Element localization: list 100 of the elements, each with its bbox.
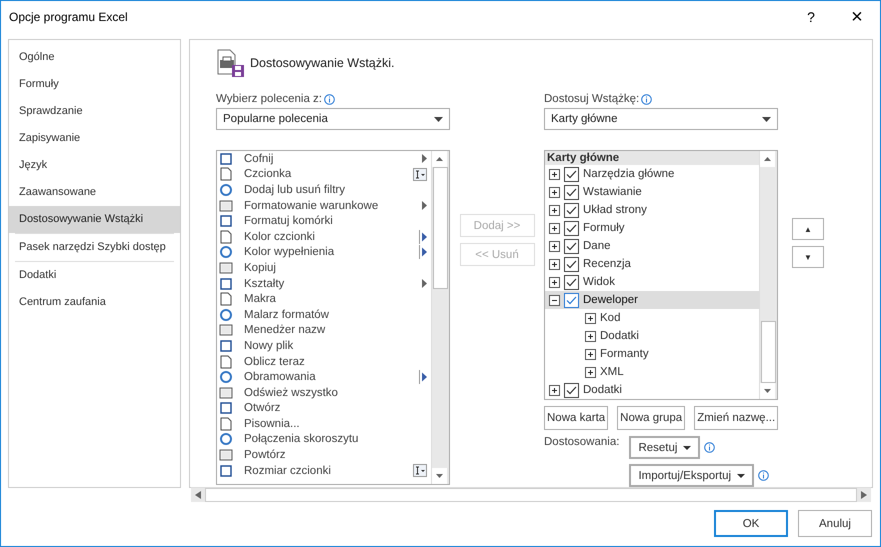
command-item[interactable]: Menedżer nazw [217,322,431,338]
command-item[interactable]: Pisownia... [217,416,431,432]
command-item[interactable]: Malarz formatów [217,306,431,323]
expand-icon[interactable] [585,366,596,378]
submenu-arrow-icon [422,154,427,164]
expand-icon[interactable] [549,168,560,180]
expand-icon[interactable] [549,222,560,234]
scroll-up-icon[interactable] [760,151,775,167]
collapse-icon[interactable] [549,294,560,306]
command-item[interactable]: Otwórz [217,400,431,416]
commands-dropdown[interactable]: Popularne polecenia [216,108,450,130]
tree-item[interactable]: Recenzja [545,255,759,273]
expand-icon[interactable] [549,384,560,396]
sidebar-item[interactable]: Zapisywanie [9,125,180,152]
tree-item[interactable]: Formuły [545,219,759,237]
scroll-up-icon[interactable] [432,151,447,167]
command-icon [218,416,234,432]
command-icon [218,354,234,370]
sidebar-item[interactable]: Dodatki [9,262,180,289]
command-icon [218,260,234,276]
checkbox[interactable] [564,292,579,308]
scroll-right-icon[interactable] [861,491,867,499]
tree-item[interactable]: Kod [545,309,759,327]
expand-icon[interactable] [585,330,596,342]
command-icon [218,447,234,464]
tree-item[interactable]: Formanty [545,345,759,363]
sidebar-item[interactable]: Ogólne [9,44,180,71]
command-item[interactable]: Kolor czcionki [217,228,431,245]
command-item[interactable]: Nowy plik [217,338,431,354]
command-item[interactable]: Połączenia skoroszytu [217,432,431,448]
expand-icon[interactable] [549,258,560,270]
sidebar-item[interactable]: Język [9,152,180,179]
checkbox[interactable] [564,184,579,200]
command-item[interactable]: Czcionka [217,166,431,182]
command-icon [218,306,234,323]
info-icon [324,94,335,104]
expand-icon[interactable] [549,240,560,252]
scrollbar[interactable] [431,151,449,484]
tree-item[interactable]: Dodatki [545,327,759,345]
command-icon [218,400,234,416]
command-item[interactable]: Formatowanie warunkowe [217,198,431,214]
command-item[interactable]: Kształty [217,276,431,292]
command-icon [218,244,234,260]
sidebar-item[interactable]: Sprawdzanie [9,98,180,125]
tree-item[interactable]: Dane [545,237,759,255]
expand-icon[interactable] [549,276,560,288]
import-export-button[interactable]: Importuj/Eksportuj [629,464,754,487]
command-item[interactable]: Kolor wypełnienia [217,244,431,260]
tree-item[interactable]: Widok [545,273,759,291]
sidebar-item[interactable]: Pasek narzędzi Szybki dostęp [9,234,180,261]
info-icon [758,470,770,481]
command-item[interactable]: Obramowania [217,369,431,385]
tree-item[interactable]: Układ strony [545,201,759,219]
tree-item[interactable]: Wstawianie [545,183,759,201]
scroll-thumb[interactable] [433,167,448,289]
command-icon [218,384,234,401]
move-up-button[interactable]: ▲ [792,218,824,240]
expand-icon[interactable] [549,204,560,216]
command-item[interactable]: Makra [217,291,431,307]
dialog-button[interactable]: OK [714,510,788,537]
tree-item[interactable]: Dodatki [545,381,759,399]
command-item[interactable]: Kopiuj [217,260,431,276]
reset-button[interactable]: Resetuj [629,436,700,459]
tree-item[interactable]: XML [545,363,759,381]
command-item[interactable]: Odśwież wszystko [217,384,431,400]
sidebar-item[interactable]: Zaawansowane [9,179,180,206]
ribbon-dropdown[interactable]: Karty główne [544,108,778,130]
tree-item[interactable]: Narzędzia główne [545,165,759,183]
checkbox[interactable] [564,238,579,254]
tree-item[interactable]: Deweloper [545,291,759,309]
dialog-button[interactable]: Anuluj [798,510,872,537]
command-item[interactable]: Dodaj lub usuń filtry [217,182,431,198]
tree-action-button[interactable]: Zmień nazwę... [694,406,778,430]
sidebar-item[interactable]: Dostosowywanie Wstążki [9,206,180,233]
checkbox[interactable] [564,382,579,398]
command-item[interactable]: Formatuj komórki [217,213,431,229]
caret-icon [737,474,746,478]
checkbox[interactable] [564,256,579,272]
move-down-button[interactable]: ▼ [792,246,824,268]
checkbox[interactable] [564,166,579,182]
checkbox[interactable] [564,202,579,218]
window-title: Opcje programu Excel [9,10,128,24]
expand-icon[interactable] [549,186,560,198]
command-item[interactable]: Rozmiar czcionki [217,462,431,478]
tree-action-button[interactable]: Nowa karta [544,406,608,430]
command-item[interactable]: Cofnij [217,151,431,167]
scroll-down-icon[interactable] [432,468,447,484]
command-item[interactable]: Oblicz teraz [217,354,431,370]
checkbox[interactable] [564,274,579,290]
expand-icon[interactable] [585,348,596,360]
checkbox[interactable] [564,220,579,236]
scroll-down-icon[interactable] [760,383,775,399]
sidebar-item[interactable]: Centrum zaufania [9,289,180,316]
scroll-thumb[interactable] [761,321,776,383]
sidebar-item[interactable]: Formuły [9,71,180,98]
command-item[interactable]: Powtórz [217,447,431,463]
tree-action-button[interactable]: Nowa grupa [617,406,686,430]
expand-icon[interactable] [585,312,596,324]
scroll-left-icon[interactable] [195,491,201,499]
scrollbar[interactable] [759,151,777,399]
